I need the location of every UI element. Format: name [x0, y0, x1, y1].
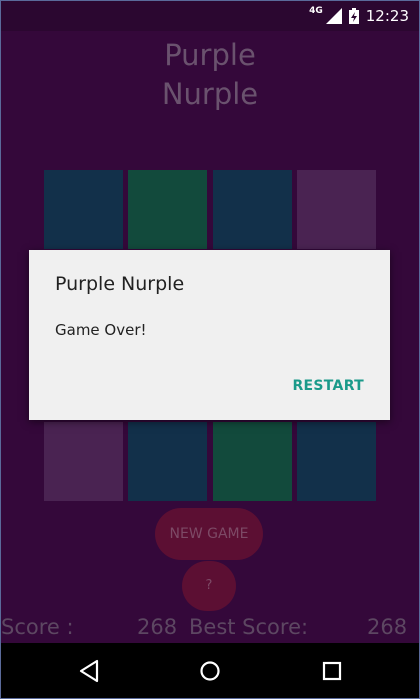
help-button[interactable]: ? — [182, 561, 236, 611]
game-over-dialog: Purple Nurple Game Over! RESTART — [29, 250, 390, 420]
score-label: Score : — [1, 615, 74, 639]
battery-charging-icon — [348, 8, 359, 24]
game-title: Purple Nurple — [1, 36, 419, 114]
dialog-title: Purple Nurple — [55, 273, 185, 295]
status-bar: 4G 12:23 — [1, 1, 419, 31]
home-icon[interactable] — [195, 656, 225, 686]
back-icon[interactable] — [75, 656, 105, 686]
title-line-2: Nurple — [161, 77, 259, 111]
tile[interactable] — [128, 422, 207, 501]
tile[interactable] — [297, 422, 376, 501]
network-type: 4G — [309, 6, 323, 16]
best-score-label: Best Score: — [189, 615, 309, 639]
navigation-bar — [1, 643, 419, 698]
dialog-message: Game Over! — [55, 321, 147, 339]
new-game-button[interactable]: NEW GAME — [155, 508, 263, 560]
signal-icon — [325, 8, 342, 24]
tile[interactable] — [44, 170, 123, 249]
tile[interactable] — [297, 170, 376, 249]
score-value: 268 — [137, 615, 178, 639]
tile[interactable] — [44, 422, 123, 501]
title-line-1: Purple — [164, 38, 256, 72]
status-time: 12:23 — [365, 7, 409, 25]
recents-icon[interactable] — [317, 656, 347, 686]
tile[interactable] — [213, 170, 292, 249]
restart-button[interactable]: RESTART — [292, 378, 364, 394]
score-row: Score : 268 Best Score: 268 — [1, 615, 419, 643]
tile[interactable] — [213, 422, 292, 501]
tile[interactable] — [128, 170, 207, 249]
best-score-value: 268 — [367, 615, 408, 639]
